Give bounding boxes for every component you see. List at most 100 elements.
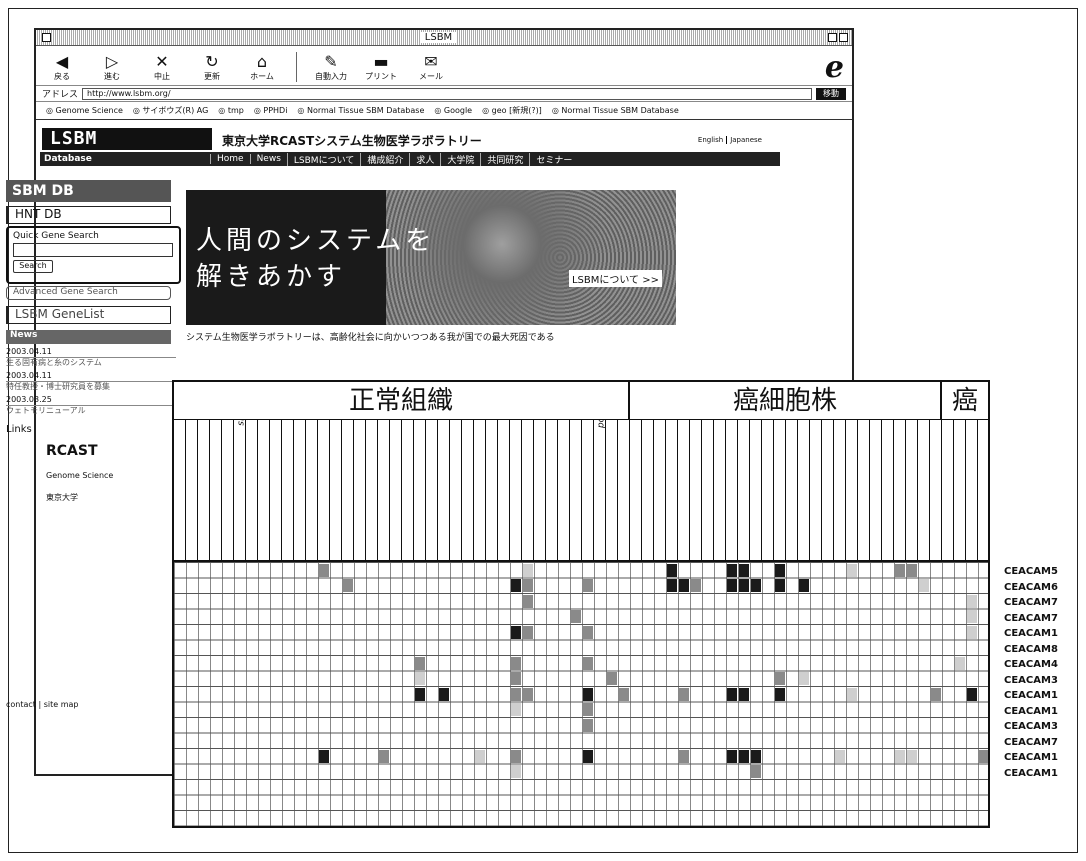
stop-button[interactable]: ✕ 中止	[146, 53, 178, 82]
expression-cell	[619, 687, 629, 701]
expression-cell	[511, 656, 521, 670]
column-label: MKN74	[774, 420, 786, 562]
lang-english-link[interactable]: English	[698, 136, 723, 144]
column-label: H1437	[702, 420, 714, 562]
column-label: B_thalamus	[258, 420, 270, 562]
expression-cell	[415, 656, 425, 670]
bookmark-link[interactable]: Normal Tissue SBM Database	[297, 106, 424, 115]
bookmark-link[interactable]: Genome Science	[46, 106, 123, 115]
bookmark-link[interactable]: Google	[434, 106, 472, 115]
expression-cell	[439, 687, 449, 701]
back-button[interactable]: ◀ 戻る	[46, 53, 78, 82]
sbm-db-link[interactable]: SBM DB	[6, 180, 171, 202]
news-text: 特任教授・博士研究員を募集	[6, 382, 110, 391]
expression-cell	[607, 672, 617, 685]
expression-cell	[727, 687, 737, 701]
nav-seminar[interactable]: セミナー	[529, 152, 578, 166]
close-box[interactable]	[42, 33, 51, 42]
column-label: SNU5	[738, 420, 750, 562]
nav-collab[interactable]: 共同研究	[480, 152, 529, 166]
column-label: Pituitary gland	[282, 420, 294, 562]
gene-row-label: CEACAM5	[1004, 566, 1058, 577]
gene-row-label: CEACAM3	[1004, 721, 1058, 732]
column-label: Colon	[510, 420, 522, 562]
forward-button[interactable]: ▷ 進む	[96, 53, 128, 82]
nav-jobs[interactable]: 求人	[409, 152, 440, 166]
bookmark-link[interactable]: tmp	[218, 106, 244, 115]
gene-list-link[interactable]: LSBM GeneList	[6, 306, 171, 324]
mail-label: メール	[419, 72, 443, 81]
expression-cell	[751, 749, 761, 763]
expression-cell	[967, 594, 977, 608]
news-item[interactable]: 2003.03.25 ウェトモリニューアル	[6, 395, 176, 416]
column-label: Liver	[438, 420, 450, 562]
genome-science-link[interactable]: Genome Science	[46, 471, 176, 480]
title-bar: LSBM	[36, 30, 852, 46]
column-label: Placenta	[582, 420, 594, 562]
mail-button[interactable]: ✉ メール	[415, 53, 447, 82]
bookmark-link[interactable]: geo [新規(?)]	[482, 105, 542, 116]
news-item[interactable]: 2003.04.11 生る固有病と糸のシステム	[6, 347, 176, 368]
refresh-icon: ↻	[205, 52, 219, 71]
news-item[interactable]: 2003.04.11 特任教授・博士研究員を募集	[6, 371, 176, 392]
column-label: Salivary gland	[318, 420, 330, 562]
autofill-icon: ✎	[324, 52, 338, 71]
column-label: U251	[906, 420, 918, 562]
column-label: Fetal brain	[186, 420, 198, 562]
expression-cell	[667, 579, 677, 592]
bookmark-link[interactable]: PPHDi	[254, 106, 287, 115]
address-bar: アドレス http://www.lsbm.org/ 移動	[36, 86, 852, 102]
banner-line2: 解きあかす	[196, 262, 347, 292]
nav-home[interactable]: Home	[210, 154, 250, 164]
nav-members[interactable]: 構成紹介	[360, 152, 409, 166]
autofill-button[interactable]: ✎ 自動入力	[315, 53, 347, 82]
refresh-button[interactable]: ↻ 更新	[196, 53, 228, 82]
expression-cell	[343, 579, 353, 592]
quick-gene-search: Quick Gene Search Search	[6, 226, 181, 284]
search-button[interactable]: Search	[13, 260, 53, 273]
column-label: Stomach	[486, 420, 498, 562]
expression-cell	[379, 749, 389, 763]
forward-icon: ▷	[105, 52, 119, 71]
expression-cell	[739, 579, 749, 592]
gene-search-input[interactable]	[13, 243, 173, 257]
expression-cell	[523, 579, 533, 592]
language-switch: English Japanese	[698, 136, 762, 144]
print-icon: ▬	[373, 52, 389, 71]
expression-cell	[583, 687, 593, 701]
nav-about[interactable]: LSBMについて	[286, 152, 360, 166]
bookmark-link[interactable]: Normal Tissue SBM Database	[552, 106, 678, 115]
footer-links[interactable]: contact | site map	[6, 700, 78, 709]
home-button[interactable]: ⌂ ホーム	[246, 53, 278, 82]
zoom-box[interactable]	[838, 33, 848, 42]
nav-graduate[interactable]: 大学院	[440, 152, 480, 166]
column-label: Uterus	[570, 420, 582, 562]
banner-line1: 人間のシステムを	[196, 226, 436, 256]
news-date: 2003.04.11	[6, 371, 176, 382]
home-label: ホーム	[250, 72, 274, 81]
banner-image	[386, 190, 676, 325]
expression-cell	[571, 610, 581, 623]
expression-cell	[679, 687, 689, 701]
quick-search-label: Quick Gene Search	[13, 231, 99, 241]
advanced-search-link[interactable]: Advanced Gene Search	[6, 286, 171, 300]
gene-row-label: CEACAM7	[1004, 597, 1058, 608]
about-link[interactable]: LSBMについて >>	[568, 270, 662, 287]
expression-cell	[847, 563, 857, 577]
hnt-db-link[interactable]: HNT DB	[6, 206, 171, 224]
group-header-row: 正常組織 癌細胞株癌	[174, 382, 988, 420]
expression-grid	[174, 562, 988, 826]
expression-cell	[955, 656, 965, 670]
print-button[interactable]: ▬ プリント	[365, 53, 397, 82]
bookmark-link[interactable]: サイボウズ(R) AG	[133, 105, 208, 116]
utokyo-link[interactable]: 東京大学	[46, 492, 176, 503]
lang-japanese-link[interactable]: Japanese	[726, 136, 762, 144]
rcast-link[interactable]: RCAST	[46, 443, 176, 459]
collapse-box[interactable]	[827, 33, 837, 42]
url-field[interactable]: http://www.lsbm.org/	[82, 87, 812, 100]
print-label: プリント	[365, 72, 397, 81]
stop-label: 中止	[154, 72, 170, 81]
nav-news[interactable]: News	[249, 154, 287, 164]
expression-cell	[679, 579, 689, 592]
go-button[interactable]: 移動	[816, 87, 846, 100]
